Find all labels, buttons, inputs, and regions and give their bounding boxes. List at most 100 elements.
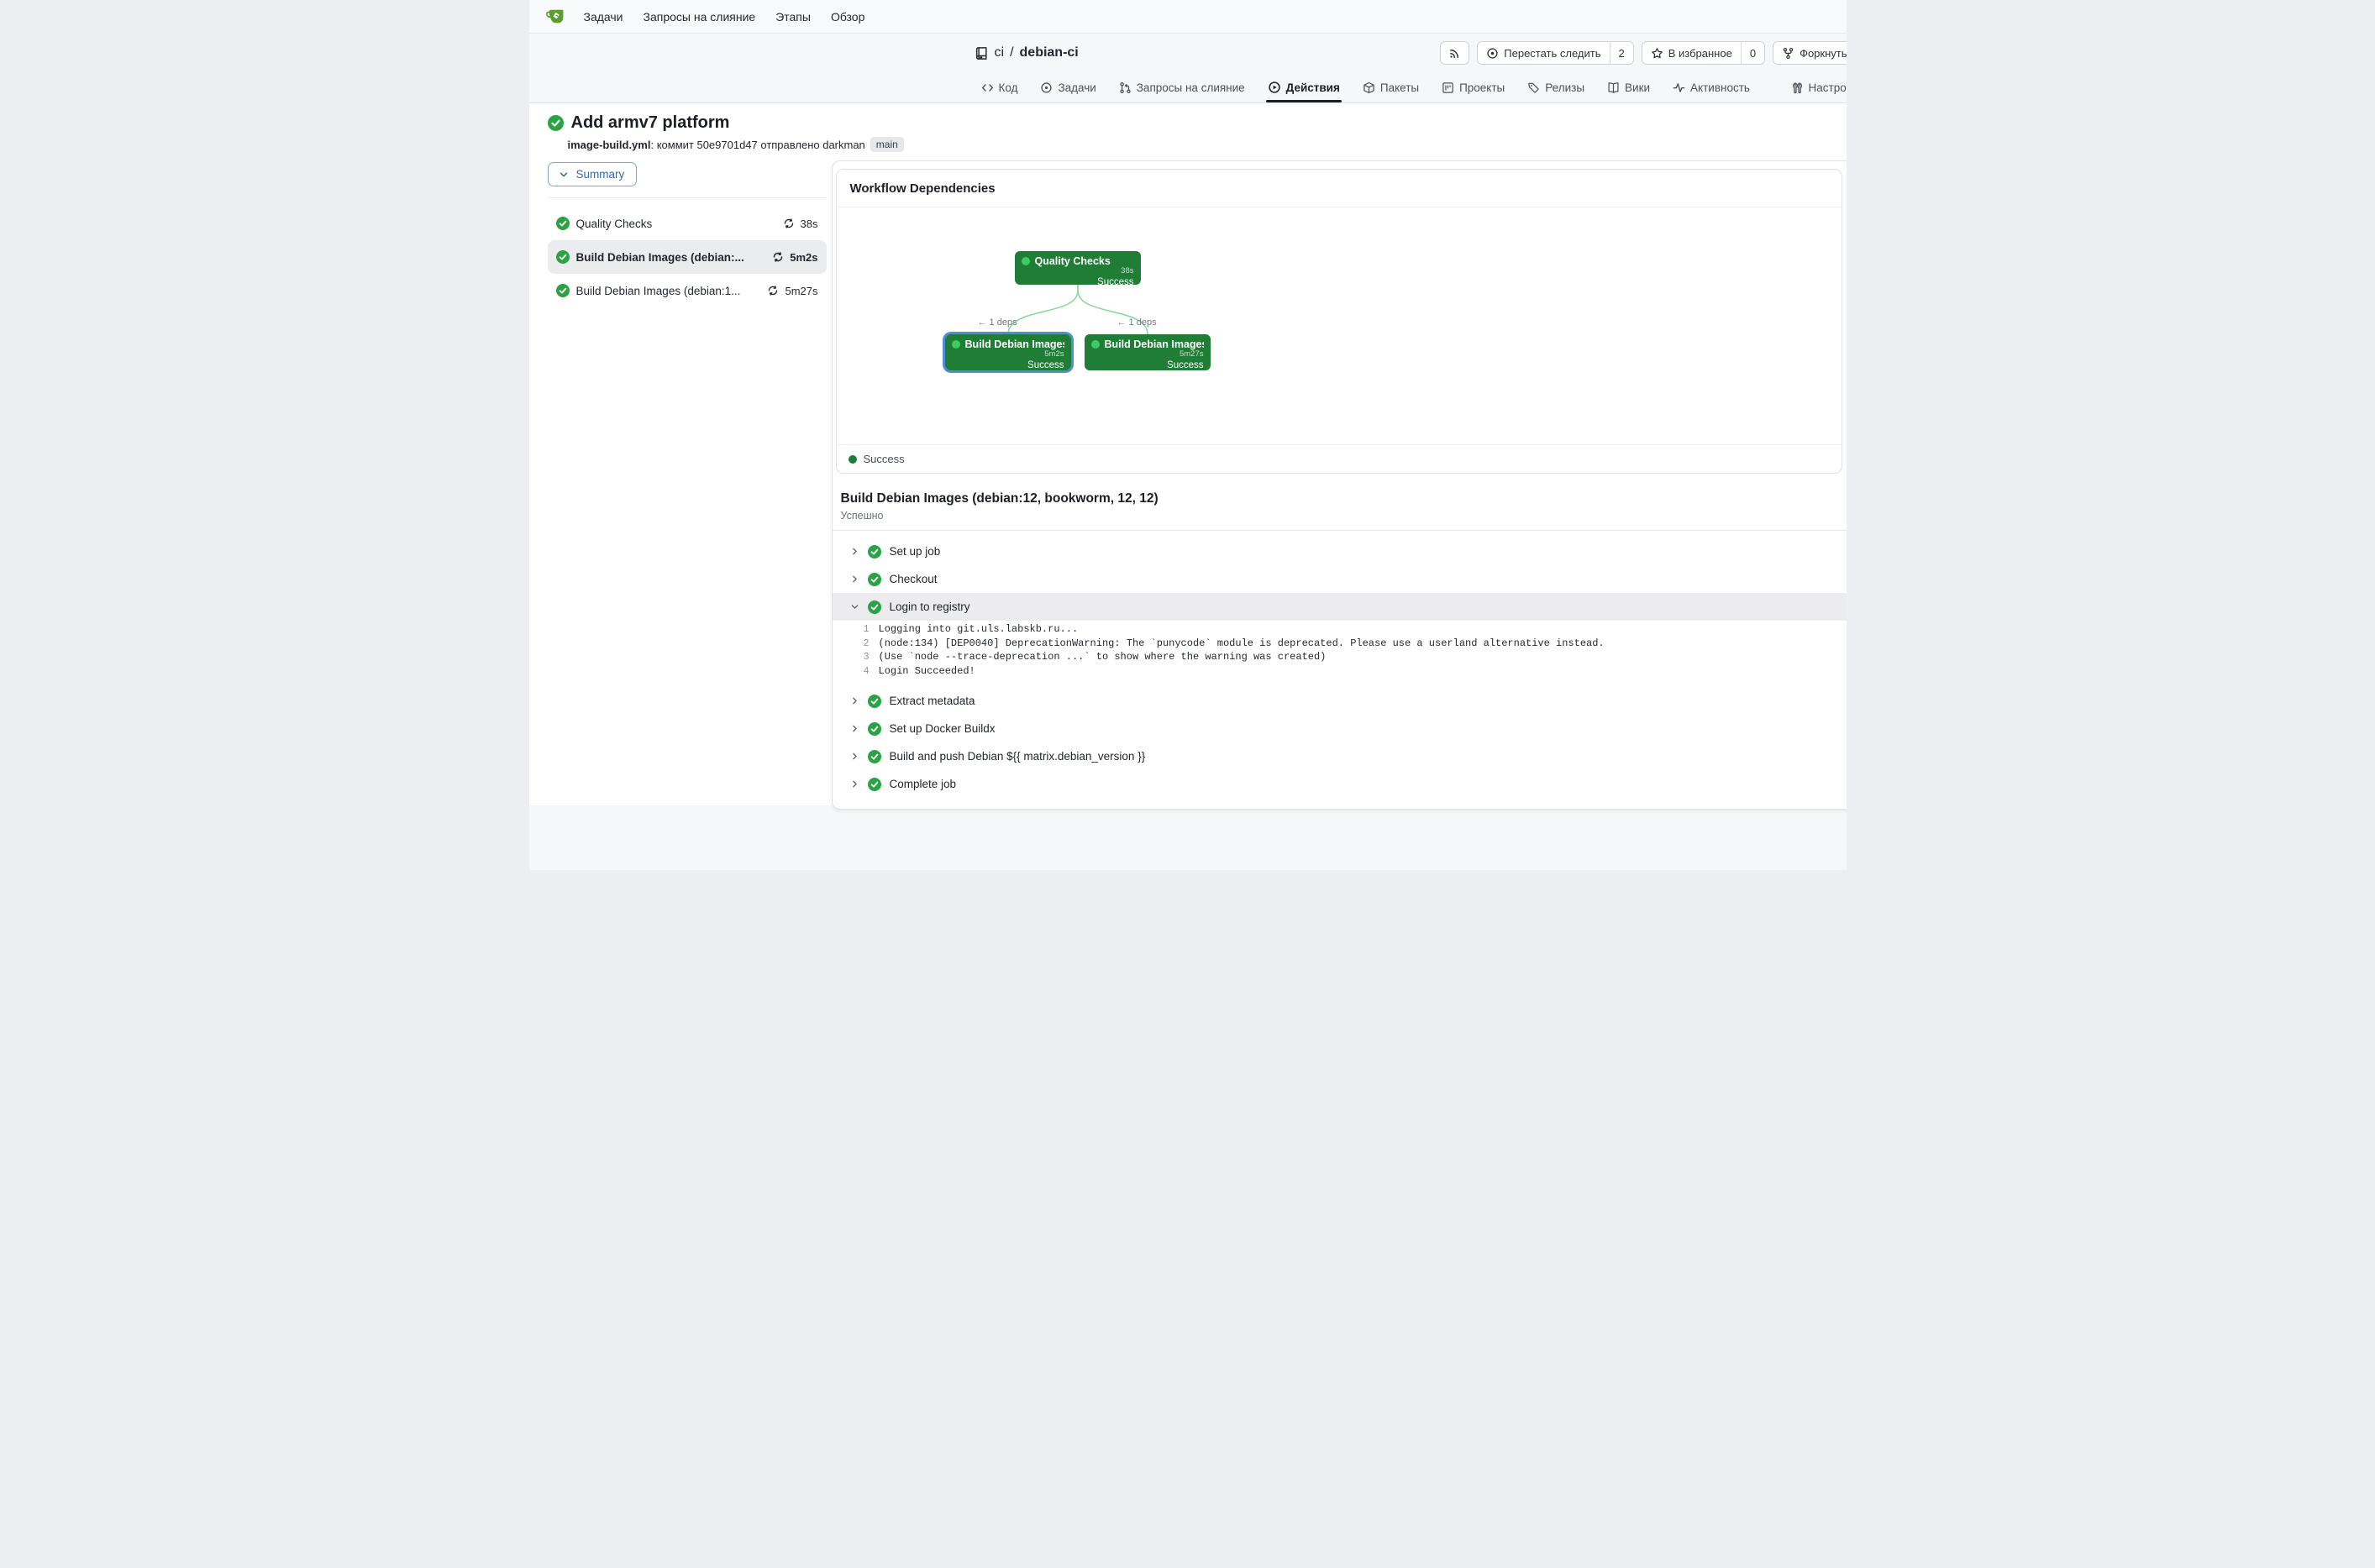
sidebar-divider	[548, 197, 827, 198]
summary-button[interactable]: Summary	[548, 162, 638, 186]
play-circle-icon	[1268, 81, 1281, 94]
job-status-text: Успешно	[841, 510, 1844, 522]
book-icon	[1607, 81, 1620, 94]
log-line-number[interactable]: 2	[833, 638, 870, 649]
tab-projects[interactable]: Проекты	[1442, 72, 1505, 102]
package-icon	[1363, 81, 1375, 94]
watch-label: Перестать следить	[1504, 47, 1600, 60]
chevron-right-icon	[850, 724, 859, 733]
rerun-icon[interactable]	[772, 251, 784, 263]
tab-actions[interactable]: Действия	[1268, 72, 1340, 102]
check-circle-icon	[556, 250, 570, 264]
tab-activity[interactable]: Активность	[1673, 72, 1750, 102]
check-circle-icon	[868, 778, 881, 791]
nav-item-explore[interactable]: Обзор	[831, 10, 864, 24]
graph-legend: Success	[837, 444, 1842, 473]
run-header: Add armv7 platform image-build.yml: комм…	[529, 103, 1847, 152]
nav-item-pulls[interactable]: Запросы на слияние	[644, 10, 756, 24]
run-status-check-icon	[548, 115, 564, 131]
rss-button[interactable]	[1440, 41, 1469, 65]
graph-node-quality-checks[interactable]: Quality Checks 38s Success	[1015, 251, 1141, 285]
repo-action-buttons: Перестать следить 2 В избранное 0 Форкну…	[1440, 41, 1846, 65]
log-line: 2(node:134) [DEP0040] DeprecationWarning…	[833, 637, 1847, 652]
issue-icon	[1040, 81, 1053, 94]
repo-tabs: Код Задачи Запросы на слияние Действия П…	[529, 72, 1847, 102]
job-view-panel: Workflow Dependencies ← 1 deps ← 1 deps …	[832, 160, 1847, 810]
step-set-up-docker-buildx[interactable]: Set up Docker Buildx	[833, 715, 1847, 742]
chevron-right-icon	[850, 574, 859, 584]
check-circle-icon	[868, 545, 881, 559]
repo-header: ci / debian-ci Перестать следить 2	[529, 34, 1847, 103]
branch-badge[interactable]: main	[870, 137, 904, 152]
workflow-dependencies-title: Workflow Dependencies	[837, 170, 1842, 207]
steps-list: Set up job Checkout Login to registry	[833, 531, 1847, 803]
repo-name-link[interactable]: debian-ci	[1020, 45, 1079, 60]
job-row-build-debian-11[interactable]: Build Debian Images (debian:1... 5m27s	[548, 274, 827, 307]
job-row-quality-checks[interactable]: Quality Checks 38s	[548, 207, 827, 240]
step-build-and-push-debian[interactable]: Build and push Debian ${{ matrix.debian_…	[833, 742, 1847, 770]
step-login-to-registry[interactable]: Login to registry	[833, 593, 1847, 621]
rerun-icon[interactable]	[767, 285, 779, 296]
job-row-build-debian-12[interactable]: Build Debian Images (debian:... 5m2s	[548, 240, 827, 274]
chevron-right-icon	[850, 696, 859, 705]
project-icon	[1442, 81, 1454, 94]
log-line-number[interactable]: 1	[833, 624, 870, 635]
tab-releases[interactable]: Релизы	[1527, 72, 1584, 102]
star-count[interactable]: 0	[1741, 42, 1764, 64]
nav-item-milestones[interactable]: Этапы	[775, 10, 811, 24]
step-complete-job[interactable]: Complete job	[833, 770, 1847, 798]
rerun-icon[interactable]	[783, 218, 795, 229]
success-legend-label: Success	[864, 453, 905, 465]
chevron-right-icon	[850, 547, 859, 556]
edge-label: ← 1 deps	[978, 317, 1017, 328]
log-line: 4Login Succeeded!	[833, 665, 1847, 679]
step-set-up-job[interactable]: Set up job	[833, 538, 1847, 565]
gitea-logo[interactable]	[544, 6, 565, 27]
log-line-number[interactable]: 3	[833, 652, 870, 663]
tab-issues[interactable]: Задачи	[1040, 72, 1096, 102]
watch-button[interactable]: Перестать следить 2	[1477, 41, 1633, 65]
step-checkout[interactable]: Checkout	[833, 565, 1847, 593]
job-duration: 38s	[801, 218, 818, 230]
chevron-down-icon	[850, 602, 859, 611]
jobs-sidebar: Summary Quality Checks 38s Build Debian …	[529, 160, 832, 810]
job-detail-header: Build Debian Images (debian:12, bookworm…	[833, 474, 1847, 530]
tab-packages[interactable]: Пакеты	[1363, 72, 1419, 102]
graph-node-build-debian-12[interactable]: Build Debian Images (de... 5m2s Success	[945, 334, 1071, 370]
tab-wiki[interactable]: Вики	[1607, 72, 1650, 102]
check-circle-icon	[868, 600, 881, 614]
graph-node-build-debian-11[interactable]: Build Debian Images (de... 5m27s Success	[1085, 334, 1211, 370]
actions-run-page: Задачи Запросы на слияние Этапы Обзор ci…	[529, 0, 1847, 870]
tab-pull-requests[interactable]: Запросы на слияние	[1119, 72, 1245, 102]
fork-button[interactable]: Форкнуть	[1773, 41, 1846, 65]
star-label: В избранное	[1668, 47, 1732, 60]
check-circle-icon	[868, 573, 881, 586]
tab-code[interactable]: Код	[981, 72, 1018, 102]
workflow-file: image-build.yml	[568, 139, 651, 151]
log-line-number[interactable]: 4	[833, 666, 870, 677]
check-circle-icon	[868, 695, 881, 708]
pull-request-icon	[1119, 81, 1132, 94]
node-status-dot	[1091, 340, 1100, 349]
top-navbar: Задачи Запросы на слияние Этапы Обзор	[529, 0, 1847, 34]
check-circle-icon	[868, 750, 881, 763]
code-icon	[981, 81, 994, 94]
repo-separator: /	[1010, 45, 1013, 60]
star-icon	[1651, 47, 1663, 60]
dependency-graph[interactable]: ← 1 deps ← 1 deps Quality Checks 38s Suc…	[837, 207, 1842, 444]
graph-edges	[837, 207, 1341, 444]
watch-icon	[1486, 47, 1499, 60]
settings-icon	[1791, 81, 1804, 94]
watch-count[interactable]: 2	[1610, 42, 1633, 64]
star-button[interactable]: В избранное 0	[1642, 41, 1765, 65]
nav-item-issues[interactable]: Задачи	[584, 10, 623, 24]
node-status-dot	[952, 340, 960, 349]
repo-breadcrumb: ci / debian-ci	[975, 45, 1079, 60]
step-extract-metadata[interactable]: Extract metadata	[833, 687, 1847, 715]
chevron-down-icon	[559, 170, 569, 180]
tab-settings[interactable]: Настройки	[1791, 72, 1847, 102]
repo-owner-link[interactable]: ci	[995, 45, 1005, 60]
tag-icon	[1527, 81, 1540, 94]
node-status-dot	[1022, 257, 1030, 265]
rss-icon	[1448, 47, 1461, 60]
